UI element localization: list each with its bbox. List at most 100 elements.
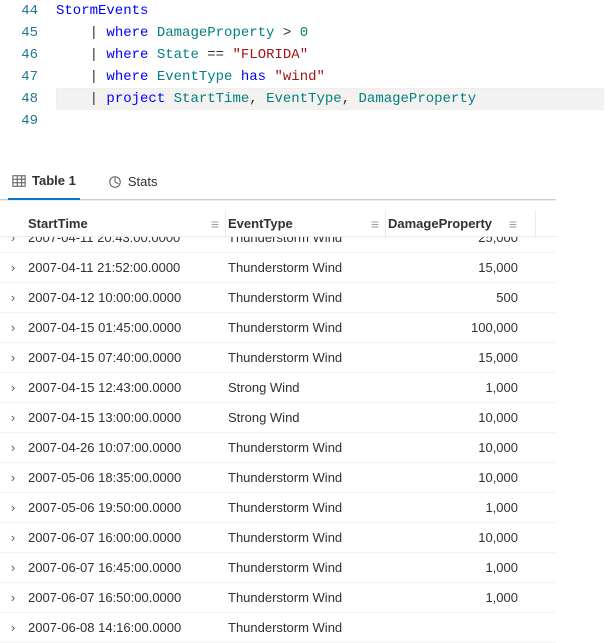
- cell-starttime: 2007-04-26 10:07:00.0000: [26, 440, 226, 455]
- code-content[interactable]: | where State == "FLORIDA": [52, 44, 308, 66]
- cell-eventtype: Thunderstorm Wind: [226, 470, 386, 485]
- col-header-label: StartTime: [28, 216, 88, 231]
- cell-damageproperty: 25,000: [386, 237, 536, 245]
- table-row[interactable]: ›2007-04-15 12:43:00.0000Strong Wind1,00…: [0, 373, 556, 403]
- table-row[interactable]: ›2007-06-07 16:00:00.0000Thunderstorm Wi…: [0, 523, 556, 553]
- line-number: 45: [0, 22, 52, 44]
- expand-chevron-icon[interactable]: ›: [0, 590, 26, 605]
- expand-chevron-icon[interactable]: ›: [0, 620, 26, 635]
- expand-chevron-icon[interactable]: ›: [0, 260, 26, 275]
- cell-eventtype: Thunderstorm Wind: [226, 590, 386, 605]
- stats-icon: [108, 175, 122, 189]
- hamburger-icon[interactable]: ≡: [371, 216, 379, 232]
- cell-starttime: 2007-04-15 12:43:00.0000: [26, 380, 226, 395]
- table-row[interactable]: ›2007-04-15 01:45:00.0000Thunderstorm Wi…: [0, 313, 556, 343]
- cell-eventtype: Thunderstorm Wind: [226, 290, 386, 305]
- tab-table-label: Table 1: [32, 173, 76, 188]
- code-content[interactable]: StormEvents: [52, 0, 148, 22]
- expand-chevron-icon[interactable]: ›: [0, 470, 26, 485]
- cell-starttime: 2007-06-07 16:50:00.0000: [26, 590, 226, 605]
- cell-damageproperty: 1,000: [386, 590, 536, 605]
- tab-table[interactable]: Table 1: [8, 165, 80, 200]
- expand-chevron-icon[interactable]: ›: [0, 500, 26, 515]
- grid-header: StartTime ≡ EventType ≡ DamageProperty ≡: [0, 201, 556, 237]
- table-row[interactable]: ›2007-04-26 10:07:00.0000Thunderstorm Wi…: [0, 433, 556, 463]
- expand-chevron-icon[interactable]: ›: [0, 560, 26, 575]
- cell-eventtype: Thunderstorm Wind: [226, 560, 386, 575]
- expand-chevron-icon[interactable]: ›: [0, 380, 26, 395]
- cell-starttime: 2007-04-12 10:00:00.0000: [26, 290, 226, 305]
- result-tabs: Table 1 Stats: [0, 160, 556, 200]
- table-row[interactable]: ›2007-06-07 16:45:00.0000Thunderstorm Wi…: [0, 553, 556, 583]
- cell-starttime: 2007-04-15 01:45:00.0000: [26, 320, 226, 335]
- cell-damageproperty: 1,000: [386, 560, 536, 575]
- cell-damageproperty: 500: [386, 290, 536, 305]
- code-content[interactable]: [52, 110, 56, 132]
- expand-chevron-icon[interactable]: ›: [0, 530, 26, 545]
- code-content[interactable]: | project StartTime, EventType, DamagePr…: [52, 88, 476, 110]
- cell-eventtype: Strong Wind: [226, 380, 386, 395]
- cell-damageproperty: 10,000: [386, 470, 536, 485]
- cell-starttime: 2007-06-07 16:00:00.0000: [26, 530, 226, 545]
- line-number: 49: [0, 110, 52, 132]
- expand-chevron-icon[interactable]: ›: [0, 410, 26, 425]
- cell-eventtype: Thunderstorm Wind: [226, 237, 386, 245]
- cell-starttime: 2007-06-08 14:16:00.0000: [26, 620, 226, 635]
- cell-eventtype: Strong Wind: [226, 410, 386, 425]
- col-header-label: DamageProperty: [388, 216, 492, 231]
- tab-stats-label: Stats: [128, 174, 158, 189]
- table-row[interactable]: ›2007-04-15 13:00:00.0000Strong Wind10,0…: [0, 403, 556, 433]
- table-row[interactable]: ›2007-04-12 10:00:00.0000Thunderstorm Wi…: [0, 283, 556, 313]
- hamburger-icon[interactable]: ≡: [509, 216, 517, 232]
- code-content[interactable]: | where EventType has "wind": [52, 66, 325, 88]
- expand-chevron-icon[interactable]: ›: [0, 320, 26, 335]
- table-row[interactable]: ›2007-05-06 19:50:00.0000Thunderstorm Wi…: [0, 493, 556, 523]
- cell-damageproperty: 10,000: [386, 440, 536, 455]
- table-row[interactable]: ›2007-06-07 16:50:00.0000Thunderstorm Wi…: [0, 583, 556, 613]
- cell-eventtype: Thunderstorm Wind: [226, 440, 386, 455]
- col-header-damageproperty[interactable]: DamageProperty ≡: [386, 210, 536, 238]
- expand-chevron-icon[interactable]: ›: [0, 237, 26, 245]
- cell-eventtype: Thunderstorm Wind: [226, 530, 386, 545]
- editor-line[interactable]: 47 | where EventType has "wind": [0, 66, 612, 88]
- cell-starttime: 2007-05-06 18:35:00.0000: [26, 470, 226, 485]
- col-header-eventtype[interactable]: EventType ≡: [226, 210, 386, 238]
- cell-damageproperty: 10,000: [386, 530, 536, 545]
- cell-damageproperty: 10,000: [386, 410, 536, 425]
- cell-eventtype: Thunderstorm Wind: [226, 260, 386, 275]
- code-content[interactable]: | where DamageProperty > 0: [52, 22, 308, 44]
- table-row[interactable]: ›2007-04-15 07:40:00.0000Thunderstorm Wi…: [0, 343, 556, 373]
- line-number: 44: [0, 0, 52, 22]
- table-icon: [12, 174, 26, 188]
- line-number: 46: [0, 44, 52, 66]
- editor-line[interactable]: 44StormEvents: [0, 0, 612, 22]
- editor-line[interactable]: 48 | project StartTime, EventType, Damag…: [0, 88, 612, 110]
- cell-starttime: 2007-04-11 21:52:00.0000: [26, 260, 226, 275]
- line-number: 47: [0, 66, 52, 88]
- cell-eventtype: Thunderstorm Wind: [226, 620, 386, 635]
- col-header-starttime[interactable]: StartTime ≡: [26, 210, 226, 238]
- hamburger-icon[interactable]: ≡: [211, 216, 219, 232]
- cell-damageproperty: 15,000: [386, 260, 536, 275]
- col-header-label: EventType: [228, 216, 293, 231]
- cell-starttime: 2007-05-06 19:50:00.0000: [26, 500, 226, 515]
- results-grid: StartTime ≡ EventType ≡ DamageProperty ≡…: [0, 200, 556, 643]
- table-row[interactable]: ›2007-05-06 18:35:00.0000Thunderstorm Wi…: [0, 463, 556, 493]
- cell-damageproperty: 1,000: [386, 380, 536, 395]
- expand-chevron-icon[interactable]: ›: [0, 290, 26, 305]
- editor-line[interactable]: 45 | where DamageProperty > 0: [0, 22, 612, 44]
- editor-line[interactable]: 49: [0, 110, 612, 132]
- grid-body[interactable]: ›2007-04-11 20:43:00.0000Thunderstorm Wi…: [0, 237, 556, 643]
- table-row[interactable]: ›2007-04-11 20:43:00.0000Thunderstorm Wi…: [0, 237, 556, 253]
- cell-damageproperty: 100,000: [386, 320, 536, 335]
- query-editor[interactable]: 44StormEvents45 | where DamageProperty >…: [0, 0, 612, 132]
- line-number: 48: [0, 88, 52, 110]
- editor-line[interactable]: 46 | where State == "FLORIDA": [0, 44, 612, 66]
- table-row[interactable]: ›2007-06-08 14:16:00.0000Thunderstorm Wi…: [0, 613, 556, 643]
- expand-chevron-icon[interactable]: ›: [0, 440, 26, 455]
- tab-stats[interactable]: Stats: [104, 166, 162, 199]
- expand-chevron-icon[interactable]: ›: [0, 350, 26, 365]
- cell-damageproperty: 1,000: [386, 500, 536, 515]
- cell-eventtype: Thunderstorm Wind: [226, 500, 386, 515]
- table-row[interactable]: ›2007-04-11 21:52:00.0000Thunderstorm Wi…: [0, 253, 556, 283]
